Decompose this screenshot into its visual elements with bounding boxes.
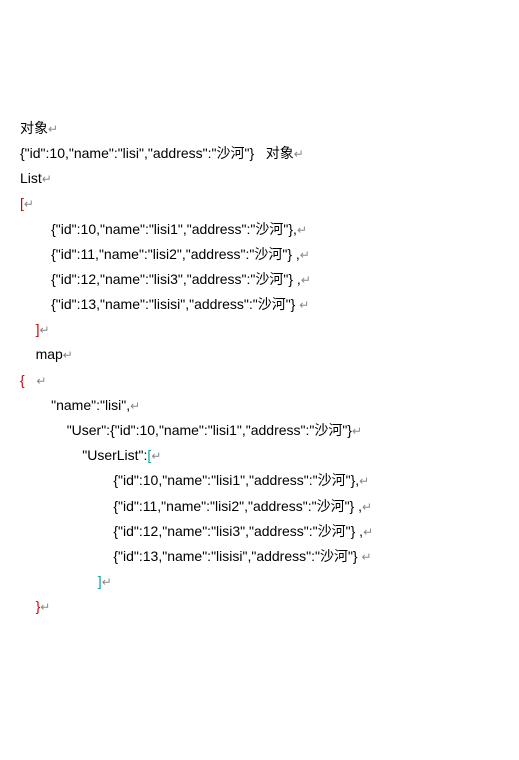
json-document: 对象↵{"id":10,"name":"lisi","address":"沙河"… <box>20 116 499 620</box>
line-end-marker: ↵ <box>151 449 161 463</box>
line-end-marker: ↵ <box>40 600 50 614</box>
line-end-marker: ↵ <box>36 374 46 388</box>
line-text: {"id":12,"name":"lisi3","address":"沙河"} … <box>113 523 363 539</box>
line-text: {"id":10,"name":"lisi1","address":"沙河"}, <box>113 472 359 488</box>
line-text: {"id":10,"name":"lisi","address":"沙河"} 对… <box>20 145 294 161</box>
line-end-marker: ↵ <box>299 298 309 312</box>
line-end-marker: ↵ <box>63 348 73 362</box>
line-end-marker: ↵ <box>297 223 307 237</box>
line-text: {"id":10,"name":"lisi1","address":"沙河"}, <box>51 221 297 237</box>
line-end-marker: ↵ <box>39 323 49 337</box>
line-end-marker: ↵ <box>300 248 310 262</box>
line-end-marker: ↵ <box>294 147 304 161</box>
code-line: {"id":13,"name":"lisisi","address":"沙河"}… <box>20 544 499 569</box>
code-line: 对象↵ <box>20 116 499 141</box>
line-text: {"id":11,"name":"lisi2","address":"沙河"} … <box>51 246 300 262</box>
code-line: {"id":12,"name":"lisi3","address":"沙河"} … <box>20 267 499 292</box>
code-line: {"id":10,"name":"lisi1","address":"沙河"},… <box>20 217 499 242</box>
line-text: {"id":11,"name":"lisi2","address":"沙河"} … <box>113 498 362 514</box>
code-line: "User":{"id":10,"name":"lisi1","address"… <box>20 418 499 443</box>
line-text: List <box>20 170 42 186</box>
line-text: 对象 <box>20 120 48 136</box>
code-line: }↵ <box>20 594 499 619</box>
code-line: {"id":11,"name":"lisi2","address":"沙河"} … <box>20 494 499 519</box>
line-text: {"id":13,"name":"lisisi","address":"沙河"} <box>113 548 361 564</box>
code-line: {"id":13,"name":"lisisi","address":"沙河"}… <box>20 292 499 317</box>
line-text: map <box>36 346 63 362</box>
line-end-marker: ↵ <box>102 575 112 589</box>
line-prefix: "UserList": <box>82 447 147 463</box>
line-end-marker: ↵ <box>359 474 369 488</box>
code-line: map↵ <box>20 342 499 367</box>
code-line: ]↵ <box>20 569 499 594</box>
line-text: "User":{"id":10,"name":"lisi1","address"… <box>67 422 352 438</box>
code-line: {"id":10,"name":"lisi1","address":"沙河"},… <box>20 468 499 493</box>
code-line: "name":"lisi",↵ <box>20 393 499 418</box>
line-end-marker: ↵ <box>48 122 58 136</box>
line-text: { <box>20 372 36 388</box>
line-text: {"id":13,"name":"lisisi","address":"沙河"} <box>51 296 299 312</box>
code-line: List↵ <box>20 166 499 191</box>
code-line: { ↵ <box>20 368 499 393</box>
line-end-marker: ↵ <box>363 525 373 539</box>
line-end-marker: ↵ <box>42 172 52 186</box>
code-line: [↵ <box>20 191 499 216</box>
line-end-marker: ↵ <box>362 500 372 514</box>
line-text: "name":"lisi", <box>51 397 130 413</box>
line-end-marker: ↵ <box>130 399 140 413</box>
code-line: ]↵ <box>20 317 499 342</box>
line-end-marker: ↵ <box>352 424 362 438</box>
line-end-marker: ↵ <box>361 550 371 564</box>
code-line: {"id":11,"name":"lisi2","address":"沙河"} … <box>20 242 499 267</box>
line-text: {"id":12,"name":"lisi3","address":"沙河"} … <box>51 271 301 287</box>
code-line: {"id":10,"name":"lisi","address":"沙河"} 对… <box>20 141 499 166</box>
code-line: "UserList":[↵ <box>20 443 499 468</box>
line-end-marker: ↵ <box>24 197 34 211</box>
line-end-marker: ↵ <box>301 273 311 287</box>
